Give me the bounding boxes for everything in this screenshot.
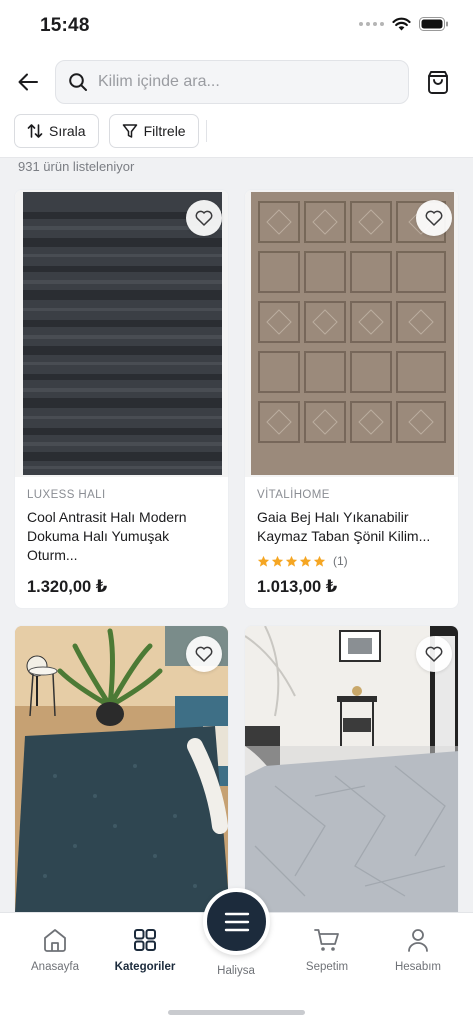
heart-icon — [195, 646, 213, 662]
tab-account-label: Hesabım — [394, 961, 442, 973]
heart-icon — [425, 210, 443, 226]
tab-categories[interactable]: Kategoriler — [100, 927, 190, 973]
product-image[interactable] — [245, 626, 458, 913]
product-price: 1.013,00 ₺ — [257, 578, 338, 596]
search-icon — [69, 73, 87, 91]
grid-icon — [134, 929, 156, 951]
product-title[interactable]: Gaia Bej Halı Yıkanabilir Kaymaz Taban Ş… — [257, 508, 452, 546]
search-input[interactable] — [98, 73, 388, 91]
product-brand: VİTALİHOME — [257, 489, 330, 501]
product-price: 1.320,00 ₺ — [27, 578, 108, 596]
star-icon — [285, 555, 298, 567]
search-box[interactable] — [55, 60, 409, 104]
tab-account[interactable]: Hesabım — [373, 927, 463, 973]
star-icon — [313, 555, 326, 567]
product-card[interactable]: VİTALİHOME Gaia Bej Halı Yıkanabilir Kay… — [244, 189, 459, 609]
product-card[interactable]: LUXESS HALI Cool Antrasit Halı Modern Do… — [14, 189, 229, 609]
menu-icon — [224, 912, 249, 931]
product-title[interactable]: Cool Antrasit Halı Modern Dokuma Halı Yu… — [27, 508, 222, 565]
filter-label: Filtrele — [143, 123, 186, 139]
home-icon — [44, 929, 66, 952]
cart-icon — [314, 929, 339, 951]
filter-button[interactable]: Filtrele — [108, 114, 199, 148]
favorite-button[interactable] — [186, 200, 222, 236]
favorite-button[interactable] — [416, 636, 452, 672]
center-menu-button[interactable] — [203, 888, 270, 955]
sort-button[interactable]: Sırala — [14, 114, 99, 148]
product-brand: LUXESS HALI — [27, 489, 106, 501]
favorite-button[interactable] — [186, 636, 222, 672]
tab-cart-label: Sepetim — [305, 961, 349, 973]
product-image[interactable] — [15, 626, 228, 913]
divider — [206, 120, 207, 142]
center-tab-label: Haliysa — [217, 965, 255, 977]
product-image[interactable] — [15, 190, 228, 477]
tab-home[interactable]: Anasayfa — [10, 927, 100, 973]
shopping-bag-icon — [428, 71, 448, 94]
status-bar: 15:48 — [0, 0, 473, 52]
arrow-left-icon — [18, 73, 38, 91]
header-cart-button[interactable] — [425, 69, 451, 95]
battery-icon — [419, 17, 448, 31]
tab-cart[interactable]: Sepetim — [282, 927, 372, 973]
filter-row: Sırala Filtrele — [14, 114, 199, 148]
star-icon — [299, 555, 312, 567]
funnel-icon — [122, 124, 137, 138]
back-button[interactable] — [14, 68, 42, 96]
favorite-button[interactable] — [416, 200, 452, 236]
star-icon — [271, 555, 284, 567]
wifi-icon — [392, 17, 411, 31]
tab-home-label: Anasayfa — [31, 961, 79, 973]
user-icon — [408, 929, 428, 952]
rating-count: (1) — [333, 554, 348, 568]
status-time: 15:48 — [40, 15, 90, 36]
product-image[interactable] — [245, 190, 458, 477]
heart-icon — [425, 646, 443, 662]
home-indicator — [168, 1010, 305, 1015]
signal-icon — [359, 22, 384, 26]
heart-icon — [195, 210, 213, 226]
sort-icon — [27, 124, 43, 138]
status-icons — [359, 17, 449, 31]
product-card[interactable] — [244, 625, 459, 925]
tab-categories-label: Kategoriler — [114, 961, 176, 973]
header: Sırala Filtrele — [0, 52, 473, 158]
star-icon — [257, 555, 270, 567]
result-count: 931 ürün listeleniyor — [18, 159, 135, 174]
product-card[interactable] — [14, 625, 229, 925]
sort-label: Sırala — [49, 123, 86, 139]
product-rating: (1) — [257, 554, 348, 568]
